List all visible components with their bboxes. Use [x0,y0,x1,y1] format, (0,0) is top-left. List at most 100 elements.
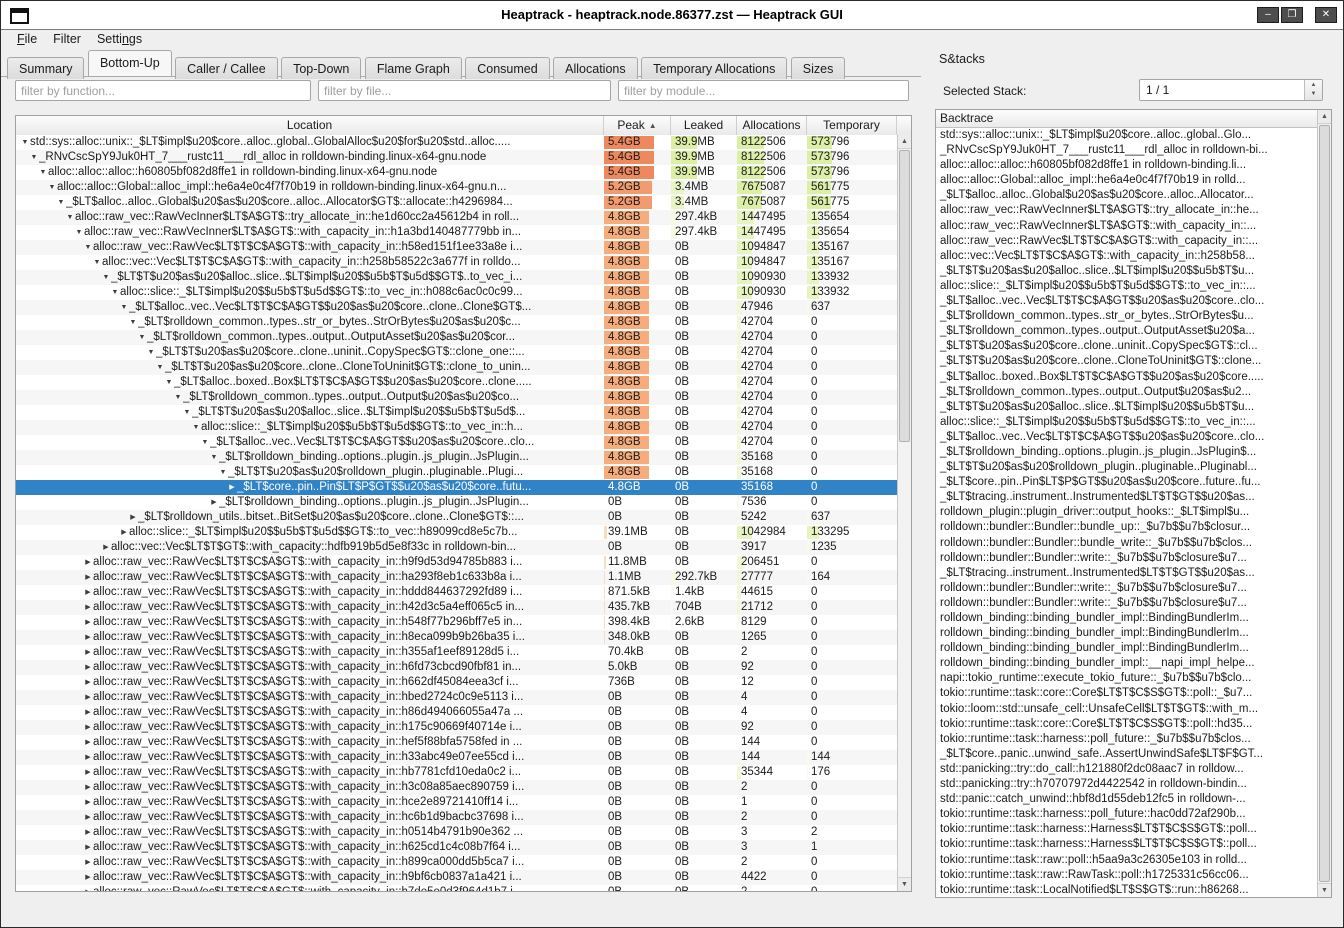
table-row[interactable]: ▶alloc::raw_vec::RawVec$LT$T$C$A$GT$::wi… [16,660,897,675]
collapse-icon[interactable]: ▼ [128,315,138,330]
table-row[interactable]: ▶alloc::raw_vec::RawVec$LT$T$C$A$GT$::wi… [16,675,897,690]
expand-icon[interactable]: ▶ [83,705,93,720]
expand-icon[interactable]: ▶ [83,720,93,735]
table-row[interactable]: ▶alloc::raw_vec::RawVec$LT$T$C$A$GT$::wi… [16,885,897,891]
backtrace-frame[interactable]: _$LT$core..pin..Pin$LT$P$GT$$u20$as$u20$… [936,475,1317,490]
tab-sizes[interactable]: Sizes [791,57,846,79]
backtrace-frame[interactable]: std::panicking::try::do_call::h121880f2d… [936,762,1317,777]
backtrace-frame[interactable]: _$LT$rolldown_common..types..output..Out… [936,385,1317,400]
backtrace-frame[interactable]: tokio::loom::std::unsafe_cell::UnsafeCel… [936,702,1317,717]
column-header-temporary[interactable]: Temporary [807,116,897,135]
expand-icon[interactable]: ▶ [119,525,129,540]
backtrace-frame[interactable]: alloc::slice::_$LT$impl$u20$$u5b$T$u5d$$… [936,279,1317,294]
expand-icon[interactable]: ▶ [83,795,93,810]
expand-icon[interactable]: ▶ [83,645,93,660]
table-row[interactable]: ▼_$LT$rolldown_binding..options..plugin.… [16,450,897,465]
collapse-icon[interactable]: ▼ [218,465,228,480]
backtrace-frame[interactable]: rolldown_binding::binding_bundler_impl::… [936,626,1317,641]
table-row[interactable]: ▶alloc::raw_vec::RawVec$LT$T$C$A$GT$::wi… [16,690,897,705]
collapse-icon[interactable]: ▼ [38,165,48,180]
table-row[interactable]: ▶alloc::raw_vec::RawVec$LT$T$C$A$GT$::wi… [16,555,897,570]
expand-icon[interactable]: ▶ [83,615,93,630]
scroll-up-icon[interactable]: ▲ [1318,110,1331,124]
table-row[interactable]: ▼_$LT$rolldown_common..types..str_or_byt… [16,315,897,330]
tab-consumed[interactable]: Consumed [465,57,549,79]
table-row[interactable]: ▶alloc::vec::Vec$LT$T$GT$::with_capacity… [16,540,897,555]
table-row[interactable]: ▼_$LT$T$u20$as$u20$core..clone..uninit..… [16,345,897,360]
backtrace-frame[interactable]: _$LT$rolldown_binding..options..plugin..… [936,445,1317,460]
table-row[interactable]: ▼_$LT$T$u20$as$u20$alloc..slice..$LT$imp… [16,405,897,420]
scroll-up-icon[interactable]: ▲ [898,135,911,149]
backtrace-frame[interactable]: _$LT$tracing..instrument..Instrumented$L… [936,490,1317,505]
collapse-icon[interactable]: ▼ [65,210,75,225]
backtrace-frame[interactable]: std::panic::catch_unwind::hbf8d1d55deb12… [936,792,1317,807]
backtrace-frame[interactable]: std::sys::alloc::unix::_$LT$impl$u20$cor… [936,128,1317,143]
expand-icon[interactable]: ▶ [83,825,93,840]
collapse-icon[interactable]: ▼ [137,330,147,345]
scroll-down-icon[interactable]: ▼ [1318,883,1331,897]
backtrace-frame[interactable]: alloc::raw_vec::RawVecInner$LT$A$GT$::tr… [936,203,1317,218]
backtrace-frame[interactable]: tokio::runtime::task::harness::poll_futu… [936,732,1317,747]
collapse-icon[interactable]: ▼ [56,195,66,210]
expand-icon[interactable]: ▶ [83,600,93,615]
expand-icon[interactable]: ▶ [83,675,93,690]
expand-icon[interactable]: ▶ [83,570,93,585]
spin-down-icon[interactable]: ▼ [1305,90,1322,100]
table-row[interactable]: ▼alloc::alloc::Global::alloc_impl::he6a4… [16,180,897,195]
backtrace-frame[interactable]: tokio::runtime::task::raw::poll::h5aa9a3… [936,853,1317,868]
table-row[interactable]: ▼alloc::raw_vec::RawVecInner$LT$A$GT$::t… [16,210,897,225]
expand-icon[interactable]: ▶ [83,750,93,765]
table-row[interactable]: ▶alloc::raw_vec::RawVec$LT$T$C$A$GT$::wi… [16,720,897,735]
collapse-icon[interactable]: ▼ [164,375,174,390]
backtrace-frame[interactable]: alloc::raw_vec::RawVec$LT$T$C$A$GT$::wit… [936,234,1317,249]
collapse-icon[interactable]: ▼ [47,180,57,195]
backtrace-frame[interactable]: tokio::runtime::task::core::Core$LT$T$C$… [936,686,1317,701]
backtrace-frame[interactable]: tokio::runtime::task::harness::Harness$L… [936,822,1317,837]
backtrace-frame[interactable]: rolldown::bundler::Bundler::bundle_up::_… [936,520,1317,535]
table-row[interactable]: ▶alloc::raw_vec::RawVec$LT$T$C$A$GT$::wi… [16,780,897,795]
table-row[interactable]: ▼alloc::raw_vec::RawVec$LT$T$C$A$GT$::wi… [16,240,897,255]
backtrace-frame[interactable]: alloc::alloc::Global::alloc_impl::he6a4e… [936,173,1317,188]
collapse-icon[interactable]: ▼ [182,405,192,420]
table-row[interactable]: ▶_$LT$rolldown_utils..bitset..BitSet$u20… [16,510,897,525]
expand-icon[interactable]: ▶ [209,495,219,510]
tree-scrollbar-thumb[interactable] [899,150,910,442]
table-row[interactable]: ▼_$LT$rolldown_common..types..output..Ou… [16,330,897,345]
table-row[interactable]: ▼std::sys::alloc::unix::_$LT$impl$u20$co… [16,135,897,150]
table-row[interactable]: ▶alloc::raw_vec::RawVec$LT$T$C$A$GT$::wi… [16,600,897,615]
table-row[interactable]: ▼alloc::slice::_$LT$impl$u20$$u5b$T$u5d$… [16,285,897,300]
backtrace-frame[interactable]: _$LT$alloc..boxed..Box$LT$T$C$A$GT$$u20$… [936,370,1317,385]
tab-caller-callee[interactable]: Caller / Callee [175,57,278,79]
tree-scrollbar[interactable]: ▲ ▼ [897,135,911,891]
backtrace-frame[interactable]: _$LT$core..panic..unwind_safe..AssertUnw… [936,747,1317,762]
maximize-button[interactable]: ❐ [1281,7,1303,23]
backtrace-frame[interactable]: rolldown::bundler::Bundler::write::_$u7b… [936,551,1317,566]
backtrace-frame[interactable]: tokio::runtime::task::LocalNotified$LT$S… [936,883,1317,897]
table-row[interactable]: ▶alloc::raw_vec::RawVec$LT$T$C$A$GT$::wi… [16,630,897,645]
table-row[interactable]: ▼_$LT$alloc..vec..Vec$LT$T$C$A$GT$$u20$a… [16,435,897,450]
expand-icon[interactable]: ▶ [83,855,93,870]
backtrace-header[interactable]: Backtrace [936,110,1317,128]
table-row[interactable]: ▼_$LT$T$u20$as$u20$alloc..slice..$LT$imp… [16,270,897,285]
scroll-down-icon[interactable]: ▼ [898,877,911,891]
expand-icon[interactable]: ▶ [83,810,93,825]
collapse-icon[interactable]: ▼ [200,435,210,450]
close-button[interactable]: ✕ [1315,7,1337,23]
expand-icon[interactable]: ▶ [128,510,138,525]
table-row[interactable]: ▼alloc::vec::Vec$LT$T$C$A$GT$::with_capa… [16,255,897,270]
table-row[interactable]: ▶alloc::raw_vec::RawVec$LT$T$C$A$GT$::wi… [16,765,897,780]
tab-bottom-up[interactable]: Bottom-Up [88,50,172,76]
table-row[interactable]: ▶alloc::slice::_$LT$impl$u20$$u5b$T$u5d$… [16,525,897,540]
collapse-icon[interactable]: ▼ [83,240,93,255]
table-row[interactable]: ▼_$LT$alloc..vec..Vec$LT$T$C$A$GT$$u20$a… [16,300,897,315]
collapse-icon[interactable]: ▼ [110,285,120,300]
backtrace-frame[interactable]: rolldown_plugin::plugin_driver::output_h… [936,505,1317,520]
backtrace-frame[interactable]: rolldown_binding::binding_bundler_impl::… [936,641,1317,656]
table-row[interactable]: ▶alloc::raw_vec::RawVec$LT$T$C$A$GT$::wi… [16,570,897,585]
collapse-icon[interactable]: ▼ [155,360,165,375]
backtrace-frame[interactable]: rolldown_binding::binding_bundler_impl::… [936,611,1317,626]
table-row[interactable]: ▶alloc::raw_vec::RawVec$LT$T$C$A$GT$::wi… [16,870,897,885]
table-row[interactable]: ▼_$LT$rolldown_common..types..output..Ou… [16,390,897,405]
table-row[interactable]: ▼alloc::raw_vec::RawVecInner$LT$A$GT$::w… [16,225,897,240]
expand-icon[interactable]: ▶ [227,480,237,495]
